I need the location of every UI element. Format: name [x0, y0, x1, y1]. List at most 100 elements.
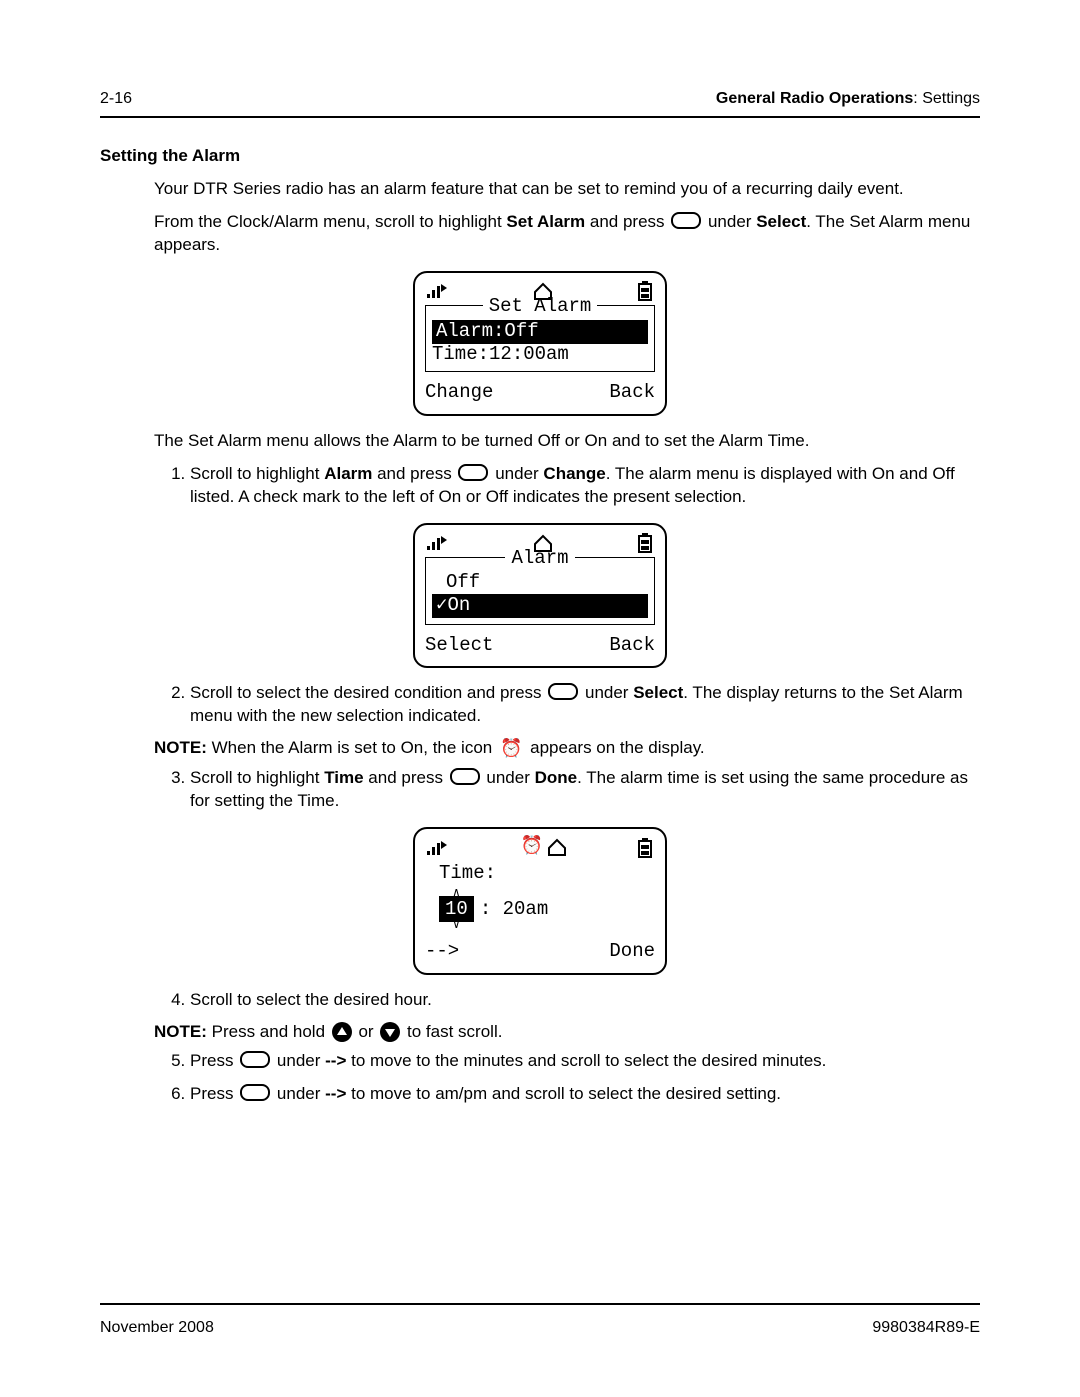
time-edit-row: ∧ 10 ∨ : 20am — [425, 889, 655, 931]
arrow-up-icon: ∧ — [453, 887, 460, 901]
text: under — [490, 464, 543, 483]
status-bar: ⏰ — [425, 837, 655, 863]
bold-select: Select — [633, 683, 683, 702]
bold-done: Done — [535, 768, 578, 787]
text: to fast scroll. — [402, 1022, 502, 1041]
row-time: Time:12:00am — [432, 344, 648, 366]
breadcrumb: General Radio Operations: Settings — [716, 90, 980, 108]
page-number: 2-16 — [100, 90, 132, 108]
text: Scroll to highlight — [190, 768, 324, 787]
text: From the Clock/Alarm menu, scroll to hig… — [154, 212, 506, 231]
signal-icon — [427, 839, 449, 857]
signal-icon — [427, 534, 449, 552]
text: under — [482, 768, 535, 787]
text: Press and hold — [207, 1022, 330, 1041]
text: and press — [372, 464, 456, 483]
screen-title: Alarm — [505, 548, 574, 570]
text: to move to am/pm and scroll to select th… — [346, 1084, 781, 1103]
note-fast-scroll: NOTE: Press and hold or to fast scroll. — [154, 1022, 980, 1043]
page-header: 2-16 General Radio Operations: Settings — [100, 90, 980, 116]
battery-icon — [637, 533, 653, 553]
softkey-right: Back — [609, 382, 655, 404]
footer-docnum: 9980384R89-E — [872, 1319, 980, 1337]
step-3: Scroll to highlight Time and press under… — [190, 767, 980, 813]
time-label: Time: — [425, 863, 655, 885]
text: Scroll to highlight — [190, 464, 324, 483]
text: When the Alarm is set to On, the icon — [207, 738, 497, 757]
text: under — [703, 212, 756, 231]
home-icon — [546, 838, 568, 856]
step-5: Press under --> to move to the minutes a… — [190, 1050, 980, 1073]
text: Off — [446, 571, 480, 593]
checkmark-icon: ✓ — [436, 594, 447, 616]
step-list: Scroll to highlight Time and press under… — [154, 767, 980, 813]
text: to move to the minutes and scroll to sel… — [346, 1051, 826, 1070]
fieldset: Set Alarm Alarm:Off Time:12:00am — [425, 305, 655, 373]
text: under — [272, 1051, 325, 1070]
step-list: Scroll to highlight Alarm and press unde… — [154, 463, 980, 509]
bold-time: Time — [324, 768, 363, 787]
softkey-left: Change — [425, 382, 493, 404]
text: under — [580, 683, 633, 702]
oval-button-icon — [450, 768, 480, 785]
fieldset: Alarm Off ✓On — [425, 557, 655, 625]
note-label: NOTE: — [154, 738, 207, 757]
section-title: Setting the Alarm — [100, 146, 980, 166]
softkey-right: Done — [609, 941, 655, 963]
step-2: Scroll to select the desired condition a… — [190, 682, 980, 728]
instruction-paragraph: From the Clock/Alarm menu, scroll to hig… — [154, 211, 980, 257]
signal-icon — [427, 282, 449, 300]
softkey-row: --> Done — [425, 941, 655, 963]
text: appears on the display. — [525, 738, 704, 757]
step-4: Scroll to select the desired hour. — [190, 989, 980, 1012]
bold-change: Change — [543, 464, 605, 483]
text: On — [447, 594, 470, 616]
hour-spinner: ∧ 10 ∨ — [439, 889, 474, 931]
bold-select: Select — [756, 212, 806, 231]
row-off: Off — [432, 572, 648, 594]
bold-alarm: Alarm — [324, 464, 372, 483]
text: or — [354, 1022, 379, 1041]
note-label: NOTE: — [154, 1022, 207, 1041]
softkey-left: Select — [425, 635, 493, 657]
oval-button-icon — [240, 1051, 270, 1068]
bold-set-alarm: Set Alarm — [506, 212, 585, 231]
step-list: Scroll to select the desired hour. — [154, 989, 980, 1012]
step-1: Scroll to highlight Alarm and press unde… — [190, 463, 980, 509]
step-list: Press under --> to move to the minutes a… — [154, 1050, 980, 1106]
step-list: Scroll to select the desired condition a… — [154, 682, 980, 728]
paragraph: The Set Alarm menu allows the Alarm to b… — [154, 430, 980, 453]
radio-screen-set-alarm: Set Alarm Alarm:Off Time:12:00am Change … — [100, 271, 980, 416]
text: Press — [190, 1051, 238, 1070]
text: and press — [585, 212, 669, 231]
alarm-clock-icon: ⏰ — [500, 738, 522, 759]
battery-icon — [637, 281, 653, 301]
footer-rule — [100, 1303, 980, 1305]
text: and press — [364, 768, 448, 787]
battery-icon — [637, 838, 653, 858]
row-alarm-highlighted: Alarm:Off — [432, 320, 648, 344]
screen-title: Set Alarm — [483, 296, 598, 318]
breadcrumb-bold: General Radio Operations — [716, 90, 913, 107]
radio-screen-time: ⏰ Time: ∧ 10 ∨ : 20am --> Done — [100, 827, 980, 975]
softkey-left: --> — [425, 941, 459, 963]
oval-button-icon — [548, 683, 578, 700]
time-rest: : 20am — [480, 899, 548, 921]
softkey-row: Change Back — [425, 382, 655, 404]
alarm-clock-icon: ⏰ — [521, 837, 543, 858]
arrow-down-icon: ∨ — [453, 919, 460, 933]
oval-button-icon — [671, 212, 701, 229]
softkey-right: Back — [609, 635, 655, 657]
breadcrumb-tail: : Settings — [913, 90, 980, 107]
page-footer: November 2008 9980384R89-E — [100, 1303, 980, 1337]
oval-button-icon — [458, 464, 488, 481]
down-button-icon — [380, 1022, 400, 1042]
note-alarm-icon: NOTE: When the Alarm is set to On, the i… — [154, 738, 980, 759]
footer-date: November 2008 — [100, 1319, 214, 1337]
up-button-icon — [332, 1022, 352, 1042]
step-6: Press under --> to move to am/pm and scr… — [190, 1083, 980, 1106]
row-on-highlighted: ✓On — [432, 594, 648, 618]
text: Scroll to select the desired condition a… — [190, 683, 546, 702]
intro-paragraph: Your DTR Series radio has an alarm featu… — [154, 178, 980, 201]
softkey-row: Select Back — [425, 635, 655, 657]
